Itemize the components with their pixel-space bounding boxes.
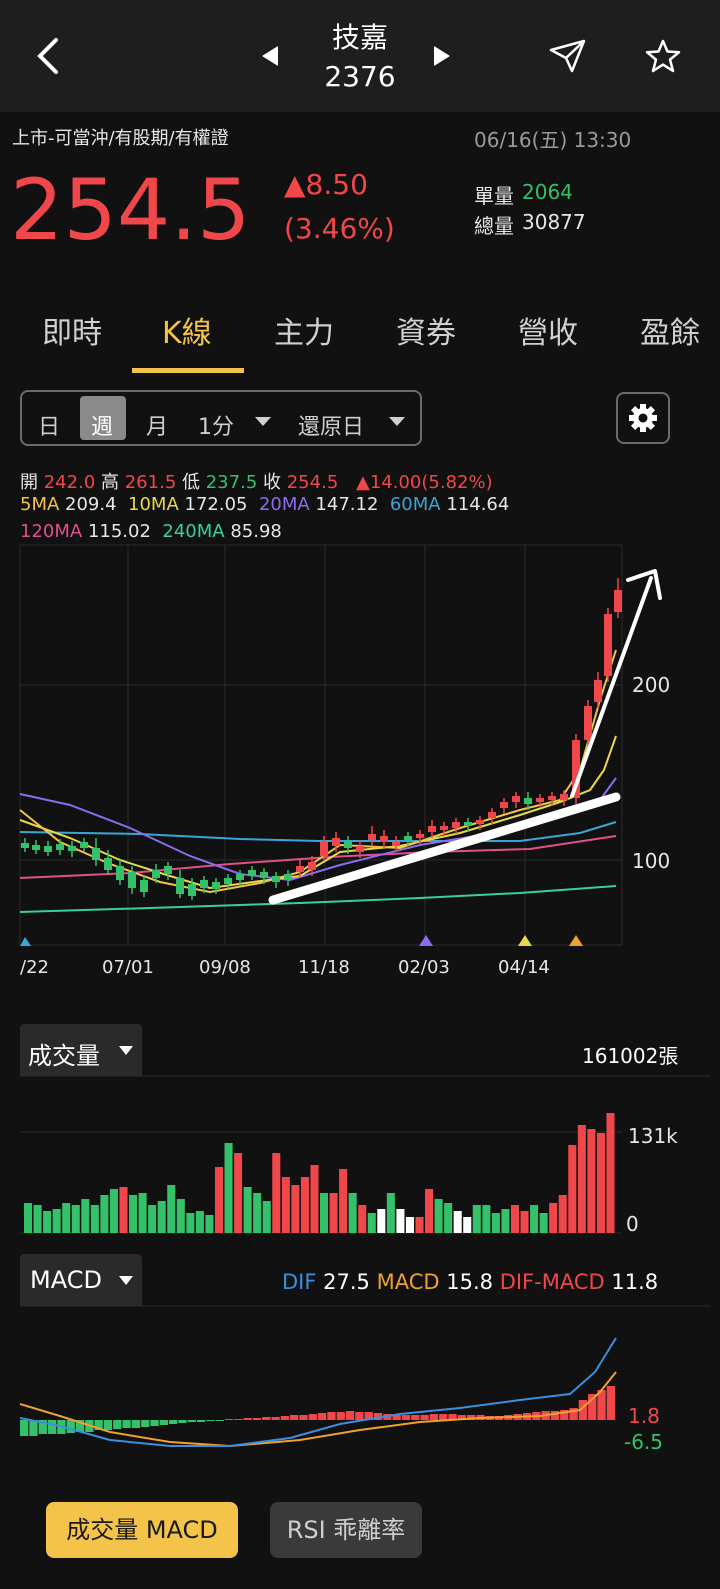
- macd-histogram-bar: [308, 1414, 317, 1420]
- macd-histogram-bar: [20, 1420, 29, 1436]
- macd-histogram-bar: [290, 1415, 299, 1420]
- macd-histogram-bar: [318, 1413, 327, 1420]
- macd-histogram-bar: [122, 1420, 131, 1428]
- macd-histogram-bar: [429, 1414, 439, 1420]
- macd-signal-line: [19, 1371, 617, 1448]
- macd-histogram-bar: [299, 1415, 308, 1420]
- macd-histogram-bar: [187, 1420, 196, 1422]
- macd-histogram-bar: [169, 1420, 178, 1424]
- macd-histogram-bar: [280, 1416, 290, 1420]
- macd-histogram-bar: [159, 1420, 168, 1425]
- macd-histogram-bar: [345, 1411, 355, 1420]
- macd-histogram-bar: [131, 1420, 141, 1428]
- macd-histogram-bar: [411, 1415, 420, 1420]
- macd-histogram-bar: [243, 1418, 252, 1420]
- macd-histogram-bar: [178, 1420, 187, 1423]
- macd-histogram-bar: [336, 1412, 345, 1420]
- macd-chart: [19, 1305, 710, 1448]
- rsi-bias-button[interactable]: RSI 乖離率: [270, 1502, 422, 1558]
- macd-histogram-bar: [224, 1419, 234, 1420]
- macd-y-tick-neg: -6.5: [624, 1430, 664, 1454]
- macd-histogram-bar: [141, 1420, 150, 1427]
- macd-histogram-bar: [262, 1417, 271, 1420]
- macd-histogram-bar: [47, 1420, 57, 1434]
- macd-histogram-bar: [150, 1420, 159, 1426]
- macd-histogram-bar: [401, 1415, 411, 1420]
- macd-histogram-bar: [234, 1419, 243, 1420]
- macd-histogram-bar: [103, 1420, 113, 1430]
- macd-y-tick-pos: 1.8: [628, 1404, 660, 1428]
- macd-histogram-bar: [606, 1386, 615, 1420]
- macd-histogram-bar: [355, 1412, 364, 1420]
- macd-histogram-bar: [252, 1418, 262, 1420]
- macd-histogram-bar: [66, 1420, 75, 1433]
- macd-histogram-bar: [113, 1420, 122, 1429]
- macd-histogram-bar: [215, 1420, 224, 1421]
- macd-histogram-bar: [420, 1415, 429, 1420]
- macd-histogram-bar: [439, 1414, 448, 1420]
- macd-histogram-bar: [29, 1420, 38, 1436]
- macd-histogram-bar: [327, 1412, 336, 1420]
- macd-histogram-bar: [271, 1417, 280, 1420]
- volume-macd-button[interactable]: 成交量 MACD: [46, 1502, 238, 1558]
- macd-histogram-bar: [196, 1420, 206, 1422]
- macd-histogram-bar: [206, 1420, 215, 1421]
